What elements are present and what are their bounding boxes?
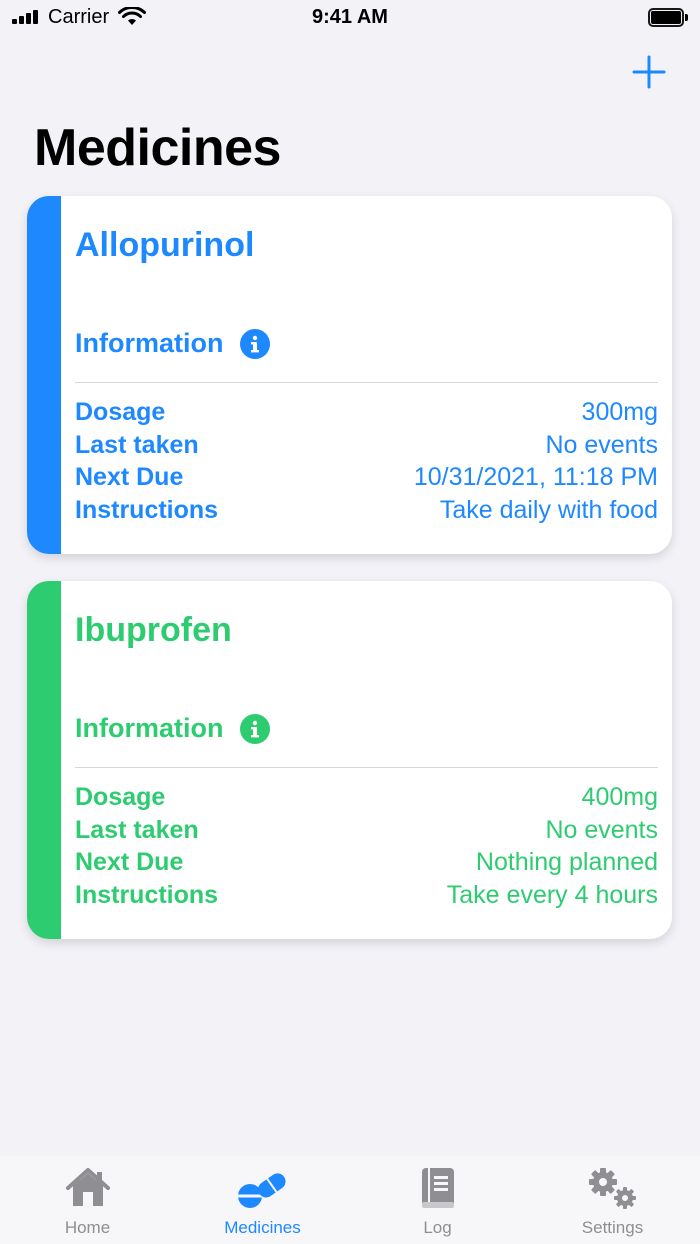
card-color-stripe [27,581,61,939]
medicine-name: Ibuprofen [75,611,232,649]
detail-value: 300mg [581,398,658,426]
detail-label: Instructions [75,496,219,525]
tab-label: Home [64,1218,111,1237]
tab-label: Medicines [224,1218,301,1237]
info-icon[interactable] [239,328,270,359]
screen: Carrier 9:41 AM Medicines Allopurinol In… [0,0,700,1244]
tab-label: Log [423,1218,452,1237]
tab-home[interactable]: Home [0,1156,175,1244]
medicine-details: Dosage 300mg Last taken No events Next D… [75,396,658,527]
house-icon [65,1168,110,1206]
detail-label: Last taken [75,815,199,844]
detail-label: Instructions [75,881,219,910]
medicine-details: Dosage 400mg Last taken No events Next D… [75,781,658,912]
book-icon [421,1168,454,1208]
detail-row-next-due: Next Due Nothing planned [75,846,658,879]
medicine-card-allopurinol[interactable]: Allopurinol Information Dosage 300mg Las… [27,196,672,554]
information-label: Information [75,328,224,358]
detail-label: Dosage [75,783,166,811]
detail-row-instructions: Instructions Take every 4 hours [75,879,658,912]
add-medicine-button[interactable] [632,55,666,89]
detail-label: Last taken [75,430,199,459]
tab-medicines[interactable]: Medicines [175,1156,350,1244]
detail-row-dosage: Dosage 300mg [75,396,658,429]
info-icon[interactable] [239,713,270,744]
information-row[interactable]: Information [75,713,270,744]
detail-value: Nothing planned [475,848,658,877]
tab-log[interactable]: Log [350,1156,525,1244]
medicine-card-ibuprofen[interactable]: Ibuprofen Information Dosage 400mg Last … [27,581,672,939]
card-color-stripe [27,196,61,554]
detail-row-last-taken: Last taken No events [75,814,658,847]
plus-icon [632,55,666,89]
detail-value: Take every 4 hours [446,881,658,910]
battery-icon [648,8,688,27]
status-time: 9:41 AM [312,6,388,28]
tab-settings[interactable]: Settings [525,1156,700,1244]
pills-icon [237,1173,286,1208]
tab-bar: Home Medicines Log Settings [0,1156,700,1244]
gears-icon [588,1168,636,1209]
detail-row-next-due: Next Due 10/31/2021, 11:18 PM [75,461,658,494]
detail-label: Next Due [75,463,184,492]
page-title: Medicines [34,119,281,177]
detail-value: 400mg [581,783,658,811]
divider [75,382,658,383]
detail-value: No events [545,430,658,459]
status-bar: Carrier 9:41 AM [0,0,700,36]
detail-row-instructions: Instructions Take daily with food [75,494,658,527]
detail-row-dosage: Dosage 400mg [75,781,658,814]
detail-row-last-taken: Last taken No events [75,429,658,462]
medicine-name: Allopurinol [75,226,255,264]
detail-label: Dosage [75,398,166,426]
divider [75,767,658,768]
detail-value: Take daily with food [439,496,658,525]
information-row[interactable]: Information [75,328,270,359]
detail-value: No events [545,815,658,844]
detail-value: 10/31/2021, 11:18 PM [413,463,658,492]
information-label: Information [75,713,224,743]
detail-label: Next Due [75,848,184,877]
tab-label: Settings [581,1218,644,1237]
